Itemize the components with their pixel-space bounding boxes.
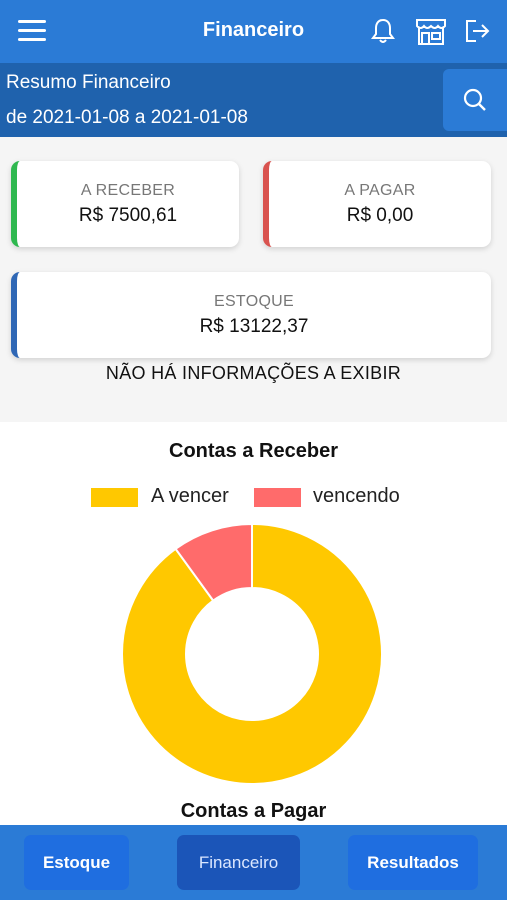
tab-estoque[interactable]: Estoque [24,835,129,890]
chart-legend[interactable]: A vencer vencendo [0,485,507,513]
card-value: R$ 13122,37 [199,316,309,337]
top-app-bar: Financeiro [0,0,507,63]
summary-title: Resumo Financeiro [6,72,171,93]
donut-chart[interactable] [120,522,384,786]
chart-panel: Contas a Receber A vencer vencendo Conta… [0,422,507,825]
financial-summary-header: Resumo Financeiro de 2021-01-08 a 2021-0… [0,63,507,137]
summary-period: de 2021-01-08 a 2021-01-08 [6,107,248,128]
search-button[interactable] [443,69,507,131]
card-value: R$ 0,00 [346,205,414,226]
card-estoque[interactable]: ESTOQUE R$ 13122,37 [11,272,491,358]
store-icon[interactable] [414,16,448,46]
next-section-title: Contas a Pagar [180,800,327,822]
card-a-receber[interactable]: A RECEBER R$ 7500,61 [11,161,239,247]
legend-label-a-vencer: A vencer [151,485,229,507]
legend-swatch-a-vencer [91,488,138,507]
main-content[interactable]: A RECEBER R$ 7500,61 A PAGAR R$ 0,00 EST… [0,137,507,825]
bell-icon[interactable] [368,16,398,46]
bottom-tab-bar: Estoque Financeiro Resultados [0,825,507,900]
no-info-message: NÃO HÁ INFORMAÇÕES A EXIBIR [105,363,402,383]
chart-title: Contas a Receber [169,440,338,462]
logout-icon[interactable] [462,16,492,46]
card-label: ESTOQUE [213,293,295,310]
legend-label-vencendo: vencendo [313,485,400,507]
card-label: A RECEBER [80,182,176,199]
card-value: R$ 7500,61 [78,205,178,226]
legend-swatch-vencendo [254,488,301,507]
tab-resultados[interactable]: Resultados [348,835,478,890]
card-a-pagar[interactable]: A PAGAR R$ 0,00 [263,161,491,247]
card-label: A PAGAR [344,182,416,199]
tab-financeiro[interactable]: Financeiro [177,835,300,890]
search-icon [463,88,486,111]
